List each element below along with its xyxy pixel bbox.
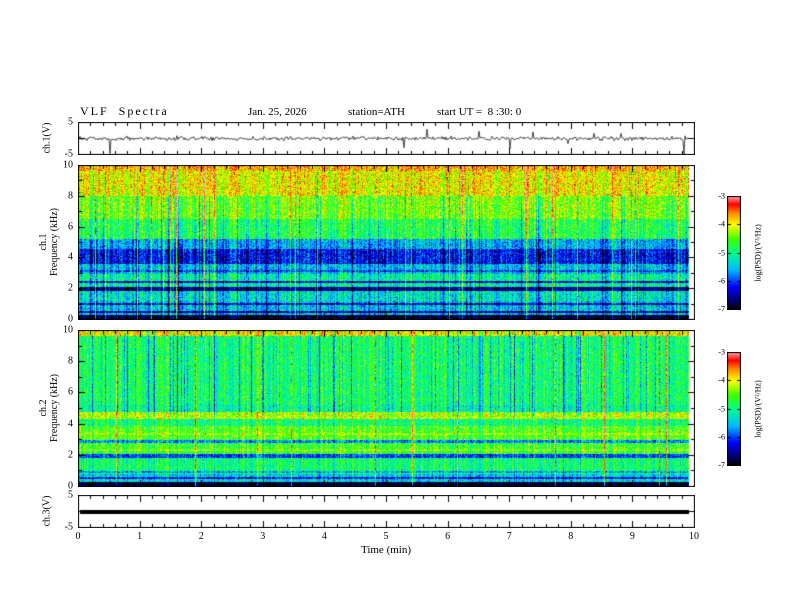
freq-tick-label: 4 [68, 418, 73, 430]
time-tick-label: 8 [568, 531, 574, 542]
colorbar-ch1 [727, 196, 741, 310]
freq-tick-label: 0 [68, 313, 73, 325]
ch2-spectrogram-panel [78, 330, 695, 487]
colorbar-tick-label: -7 [718, 460, 725, 470]
ch3-volt-axis-text: ch.3(V) [41, 495, 53, 527]
colorbar-label: log(PSD)/(V²/Hz) [753, 224, 763, 282]
ch1-volt-axis-text: ch.1(V) [41, 122, 53, 154]
colorbar-label: log(PSD)/(V²/Hz) [753, 380, 763, 438]
volt-tick-label: -5 [64, 521, 73, 533]
colorbar-tick-label: -7 [718, 304, 725, 314]
ch3-volt-axis-label: ch.3(V) [42, 496, 53, 527]
volt-tick-label: -5 [64, 148, 73, 160]
freq-tick-label: 10 [63, 324, 73, 336]
ch2-freq-axis-line1: ch.2 [38, 399, 49, 417]
time-tick-label: 9 [629, 531, 635, 542]
freq-tick-label: 8 [68, 190, 73, 202]
time-tick-label: 1 [137, 531, 143, 542]
plot-title: VLF Spectra [80, 104, 169, 118]
ch3-waveform-panel [78, 495, 695, 528]
freq-tick-label: 2 [68, 449, 73, 461]
freq-tick-label: 4 [68, 251, 73, 263]
freq-tick-label: 2 [68, 282, 73, 294]
volt-tick-label: 5 [68, 116, 73, 128]
plot-date: Jan. 25, 2026 [248, 106, 307, 118]
plot-station: station=ATH [348, 106, 405, 118]
ch1-freq-axis-line1: ch.1 [38, 233, 49, 251]
freq-tick-label: 8 [68, 355, 73, 367]
time-axis-label: Time (min) [360, 544, 412, 556]
time-tick-label: 6 [445, 531, 451, 542]
colorbar-tick-label: -5 [718, 404, 725, 413]
ch1-volt-axis-label: ch.1(V) [42, 123, 53, 154]
time-tick-label: 4 [321, 531, 327, 542]
volt-tick-label: 5 [68, 489, 73, 501]
time-tick-label: 2 [198, 531, 204, 542]
colorbar-tick-label: -3 [718, 191, 725, 201]
ch2-freq-axis-line2: Frequency (kHz) [49, 373, 60, 443]
colorbar-tick-label: -5 [718, 248, 725, 257]
time-tick-label: 3 [260, 531, 266, 542]
ch2-freq-axis-label: ch.2 Frequency (kHz) [38, 374, 60, 442]
freq-tick-label: 6 [68, 386, 73, 398]
ch1-freq-axis-line2: Frequency (kHz) [49, 207, 60, 277]
ch1-waveform-panel [78, 122, 695, 155]
time-tick-label: 7 [506, 531, 512, 542]
colorbar-tick-label: -3 [718, 347, 725, 357]
ch1-freq-axis-label: ch.1 Frequency (kHz) [38, 208, 60, 276]
ch1-spectrogram-panel [78, 165, 695, 320]
time-tick-label: 0 [75, 531, 81, 542]
colorbar-tick-label: -6 [718, 432, 725, 442]
colorbar-tick-label: -4 [718, 219, 725, 229]
freq-tick-label: 10 [63, 159, 73, 171]
freq-tick-label: 6 [68, 221, 73, 233]
colorbar-ch2 [727, 352, 741, 466]
colorbar-tick-label: -6 [718, 276, 725, 286]
time-tick-label: 5 [383, 531, 389, 542]
plot-start-ut: start UT = 8 :30: 0 [437, 106, 522, 118]
colorbar-tick-label: -4 [718, 375, 725, 385]
vlf-spectra-plot: VLF Spectra Jan. 25, 2026 station=ATH st… [0, 0, 792, 612]
time-tick-label: 10 [689, 531, 699, 542]
